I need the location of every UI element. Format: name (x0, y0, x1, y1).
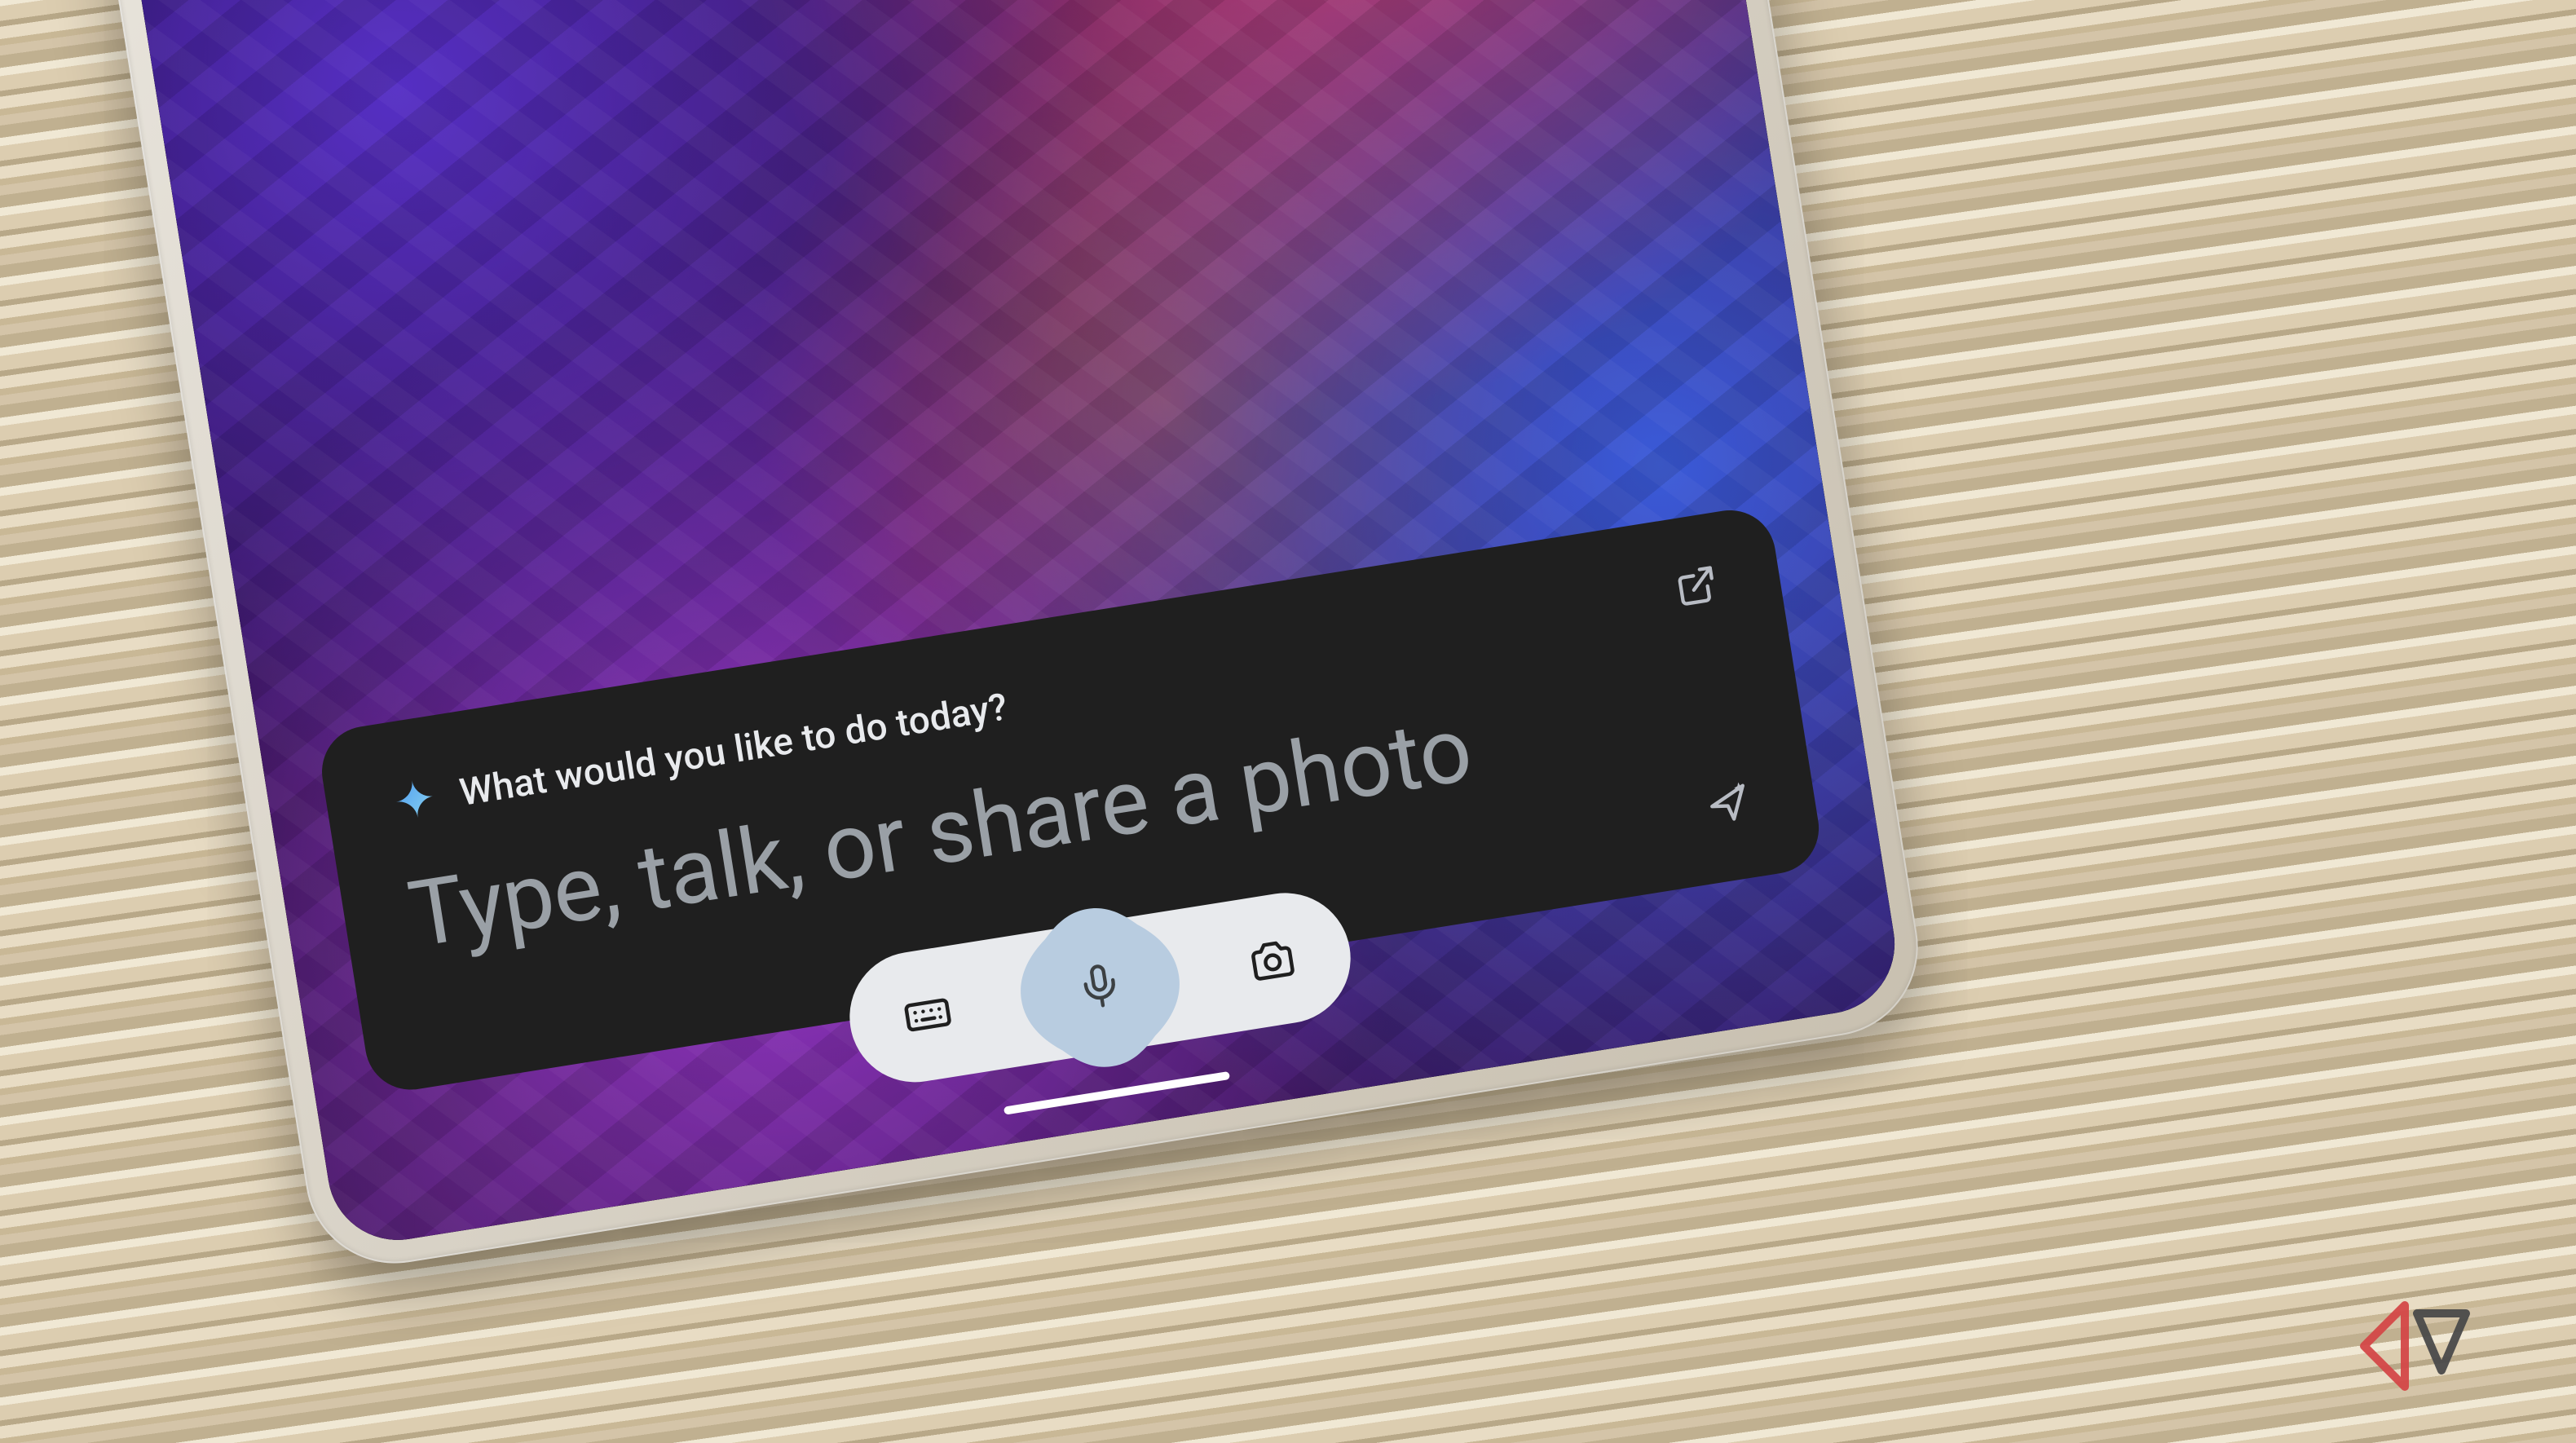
expand-button[interactable] (1669, 558, 1725, 614)
gemini-sparkle-icon (389, 773, 442, 828)
photo-scene: What would you like to do today? Type, t… (0, 0, 2576, 1443)
phone-frame: What would you like to do today? Type, t… (91, 0, 1931, 1276)
send-button[interactable] (1700, 774, 1759, 833)
camera-icon (1245, 933, 1301, 989)
send-sparkle-icon (1703, 777, 1757, 831)
open-external-icon (1673, 562, 1721, 610)
watermark-logo (2356, 1293, 2535, 1402)
phone-screen: What would you like to do today? Type, t… (117, 0, 1905, 1250)
phone: What would you like to do today? Type, t… (91, 0, 1931, 1276)
keyboard-button[interactable] (894, 982, 961, 1048)
camera-button[interactable] (1239, 927, 1306, 994)
keyboard-icon (900, 987, 956, 1044)
mic-button[interactable] (993, 880, 1207, 1095)
microphone-icon (1073, 959, 1127, 1016)
